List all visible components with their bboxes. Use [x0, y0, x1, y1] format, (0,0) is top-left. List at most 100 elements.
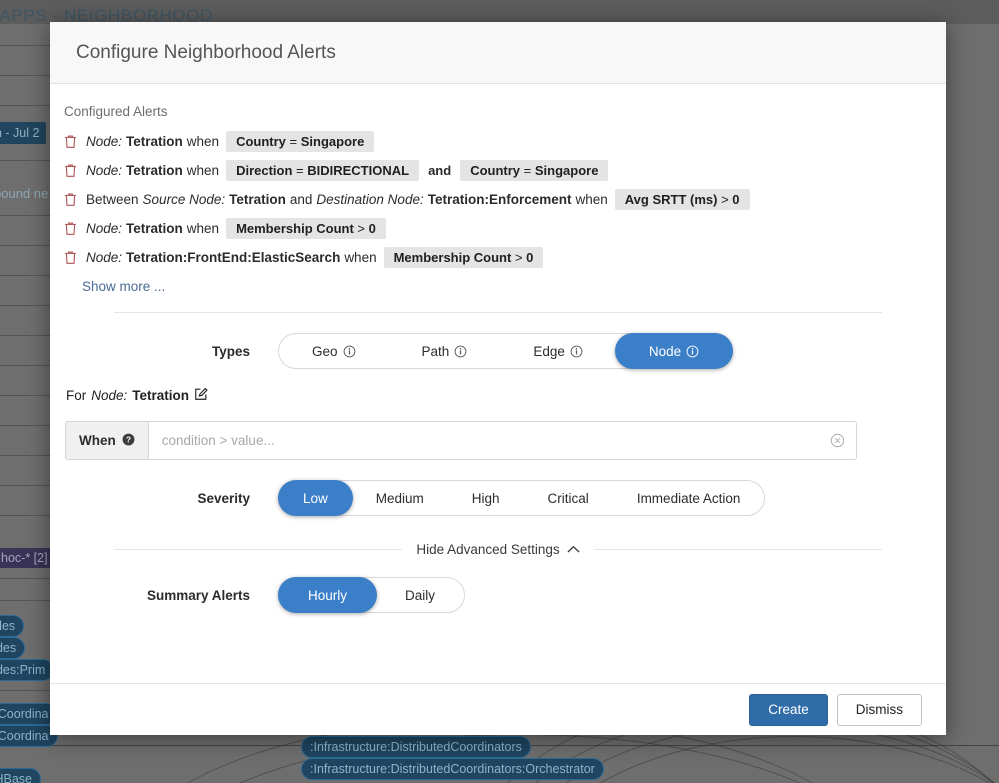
alert-condition-chip: Membership Count > 0 — [226, 218, 386, 239]
segment-label: Edge — [533, 344, 565, 359]
severity-option-medium[interactable]: Medium — [351, 480, 449, 516]
info-icon — [686, 345, 699, 358]
create-button[interactable]: Create — [749, 694, 828, 726]
segment-label: Hourly — [308, 588, 347, 603]
type-option-path[interactable]: Path — [388, 333, 502, 369]
dialog-title: Configure Neighborhood Alerts — [76, 42, 336, 64]
segment-label: Node — [649, 344, 681, 359]
bg-node-chip: odes:Prim — [0, 659, 54, 681]
configured-alert-row: Node:TetrationwhenMembership Count > 0 — [64, 214, 932, 243]
svg-text:?: ? — [126, 435, 131, 444]
configured-alert-row: Node:TetrationwhenDirection = BIDIRECTIO… — [64, 156, 932, 185]
types-segmented-control[interactable]: Geo Path Edge Node — [278, 333, 733, 369]
trash-icon[interactable] — [64, 250, 77, 265]
segment-label: Path — [422, 344, 450, 359]
bg-rule — [0, 245, 52, 246]
summary-option-daily[interactable]: Daily — [375, 577, 465, 613]
alert-description: Node:TetrationwhenDirection = BIDIRECTIO… — [86, 160, 611, 181]
info-icon — [454, 345, 467, 358]
trash-icon[interactable] — [64, 192, 77, 207]
dismiss-button[interactable]: Dismiss — [837, 694, 922, 726]
severity-option-low[interactable]: Low — [278, 480, 353, 516]
segment-label: Medium — [376, 491, 424, 506]
segment-label: Geo — [312, 344, 338, 359]
when-condition-input[interactable] — [149, 422, 818, 459]
configure-alerts-dialog: Configure Neighborhood Alerts Configured… — [50, 22, 946, 735]
for-node-type-label: Node: — [91, 388, 127, 403]
for-node-value: Tetration — [132, 388, 189, 403]
configured-alert-row: BetweenSource Node:TetrationandDestinati… — [64, 185, 932, 214]
severity-option-critical[interactable]: Critical — [523, 480, 614, 516]
bg-rule — [0, 600, 52, 601]
bg-rule — [0, 690, 52, 691]
toggle-line-left — [114, 549, 402, 550]
alert-description: Node:TetrationwhenCountry = Singapore — [86, 131, 377, 152]
when-condition-field[interactable]: When ? — [65, 421, 857, 460]
dialog-header: Configure Neighborhood Alerts — [50, 22, 946, 84]
bg-node-chip: :Infrastructure:DistributedCoordinators:… — [301, 758, 604, 780]
trash-icon[interactable] — [64, 134, 77, 149]
bg-rule — [0, 425, 52, 426]
clear-circle-icon[interactable] — [818, 422, 856, 459]
bg-node-chip: odes — [0, 637, 25, 659]
types-row: Types GeoPathEdgeNode — [64, 333, 932, 369]
bg-node-chip: lCoordina — [0, 725, 58, 747]
show-more-link[interactable]: Show more ... — [82, 279, 165, 294]
bg-rule — [0, 455, 52, 456]
alert-description: Node:TetrationwhenMembership Count > 0 — [86, 218, 389, 239]
summary-alerts-segmented-control[interactable]: Hourly Daily — [278, 577, 465, 613]
alert-condition-chip: Membership Count > 0 — [384, 247, 544, 268]
alert-description: Node:Tetration:FrontEnd:ElasticSearchwhe… — [86, 247, 546, 268]
type-option-geo[interactable]: Geo — [278, 333, 390, 369]
type-option-edge[interactable]: Edge — [499, 333, 617, 369]
segment-label: High — [472, 491, 500, 506]
configured-alerts-list: Node:TetrationwhenCountry = Singapore Nod… — [64, 127, 932, 272]
hide-advanced-settings-toggle[interactable]: Hide Advanced Settings — [402, 542, 593, 557]
for-word: For — [66, 388, 86, 403]
bg-stray-text: bound ne — [0, 186, 48, 201]
bg-node-chip: :Infrastructure:DistributedCoordinators — [301, 736, 531, 758]
section-divider — [114, 312, 882, 313]
type-option-node[interactable]: Node — [615, 333, 733, 369]
severity-option-high[interactable]: High — [447, 480, 525, 516]
alert-condition-chip: Avg SRTT (ms) > 0 — [615, 189, 750, 210]
bg-rule — [0, 305, 52, 306]
dialog-footer: Create Dismiss — [50, 683, 946, 735]
bg-node-chip: lCoordina — [0, 703, 58, 725]
bg-rule — [0, 515, 52, 516]
trash-icon[interactable] — [64, 163, 77, 178]
configured-alert-row: Node:TetrationwhenCountry = Singapore — [64, 127, 932, 156]
configured-alerts-heading: Configured Alerts — [64, 104, 932, 119]
bg-node-chip: des — [0, 615, 24, 637]
trash-icon[interactable] — [64, 221, 77, 236]
segment-label: Critical — [548, 491, 589, 506]
for-node-row: For Node: Tetration — [66, 387, 932, 404]
edit-icon[interactable] — [194, 387, 208, 404]
segment-label: Daily — [405, 588, 435, 603]
bg-node-chip: :HBase — [0, 768, 41, 783]
alert-condition-chip: Country = Singapore — [226, 131, 374, 152]
bg-rule — [0, 160, 52, 161]
alert-condition-chip: Country = Singapore — [460, 160, 608, 181]
summary-option-hourly[interactable]: Hourly — [278, 577, 377, 613]
severity-row: Severity LowMediumHighCriticalImmediate … — [64, 480, 932, 516]
severity-option-immediate-action[interactable]: Immediate Action — [612, 480, 766, 516]
bg-date-chip: n - Jul 2 — [0, 122, 46, 144]
configured-alert-row: Node:Tetration:FrontEnd:ElasticSearchwhe… — [64, 243, 932, 272]
severity-segmented-control[interactable]: Low Medium High Critical Immediate Action — [278, 480, 765, 516]
advanced-toggle-label: Hide Advanced Settings — [416, 542, 559, 557]
bg-rule — [0, 275, 52, 276]
dialog-body: Configured Alerts Node:TetrationwhenCoun… — [50, 84, 946, 683]
alert-condition-chip: Direction = BIDIRECTIONAL — [226, 160, 419, 181]
bg-rule — [0, 365, 52, 366]
summary-alerts-label: Summary Alerts — [64, 588, 278, 603]
bg-rule — [0, 485, 52, 486]
segment-label: Immediate Action — [637, 491, 741, 506]
segment-label: Low — [303, 491, 328, 506]
bg-rule — [0, 395, 52, 396]
help-circle-icon[interactable]: ? — [122, 433, 135, 449]
alert-description: BetweenSource Node:TetrationandDestinati… — [86, 189, 753, 210]
info-icon — [343, 345, 356, 358]
info-icon — [570, 345, 583, 358]
bg-node-chip: hoc-* [2] — [0, 548, 55, 568]
